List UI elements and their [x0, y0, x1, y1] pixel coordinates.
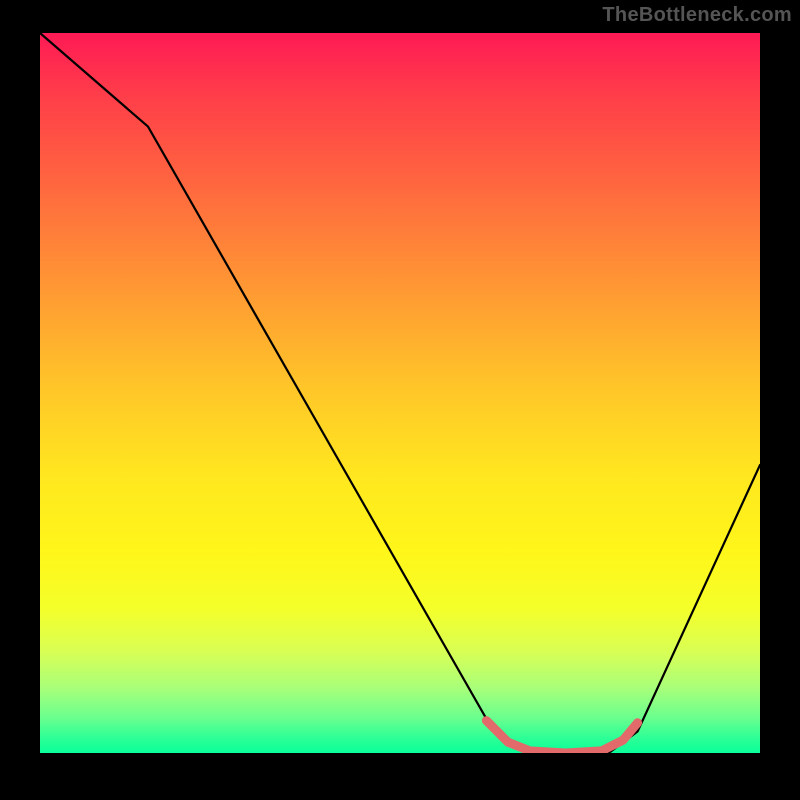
- chart-svg: [40, 33, 760, 753]
- chart-container: TheBottleneck.com: [0, 0, 800, 800]
- curve-main: [40, 33, 760, 753]
- plot-area: [40, 33, 760, 753]
- watermark-text: TheBottleneck.com: [602, 4, 792, 27]
- curve-highlight: [486, 721, 637, 753]
